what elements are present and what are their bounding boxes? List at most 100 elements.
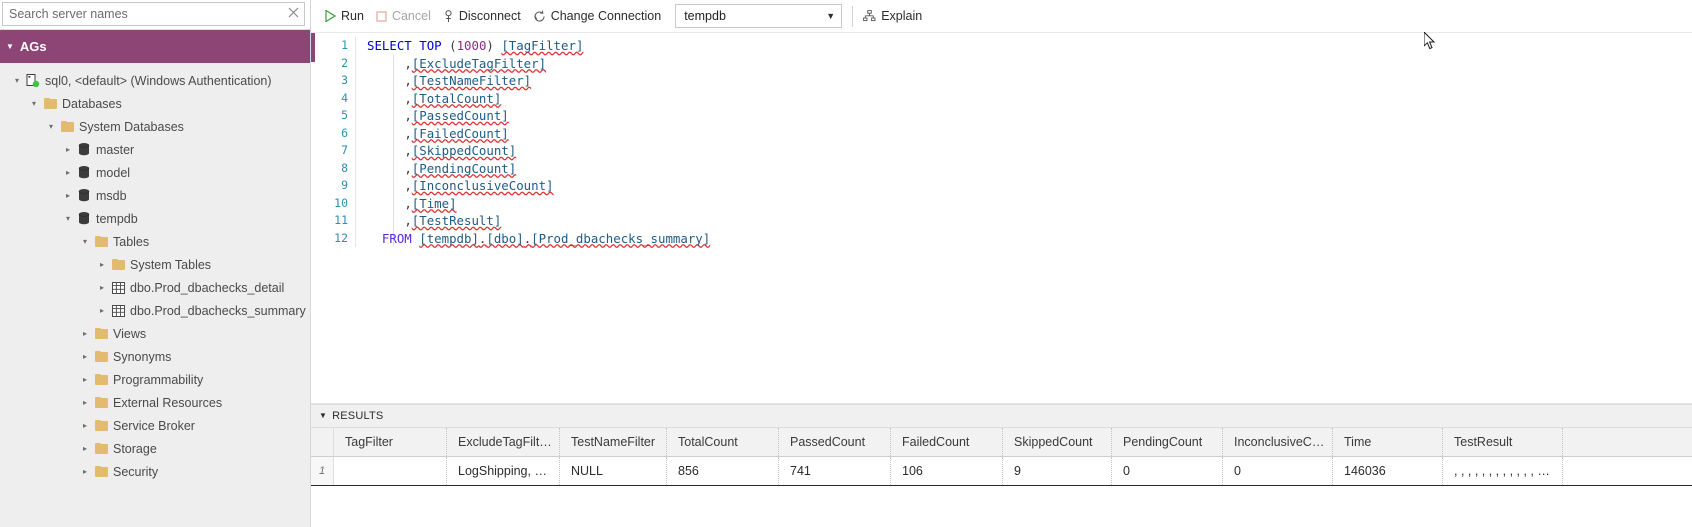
table-cell[interactable]: 856 — [667, 457, 779, 485]
token-schema: [dbo] — [486, 230, 524, 246]
table-row[interactable]: 1 LogShipping, … NULL 856 741 106 9 0 0 146036, ,… — [311, 457, 1692, 486]
column-header[interactable]: TagFilter — [334, 428, 447, 456]
folder-icon — [92, 236, 110, 247]
column-header[interactable]: TotalCount — [667, 428, 779, 456]
chevron-right-icon[interactable] — [95, 307, 109, 315]
tree-item-synonyms[interactable]: Synonyms — [0, 345, 310, 368]
tree-item-databases[interactable]: Databases — [0, 92, 310, 115]
folder-icon — [109, 259, 127, 270]
chevron-down-icon[interactable] — [78, 238, 92, 246]
table-cell[interactable]: 0 — [1223, 457, 1333, 485]
chevron-right-icon[interactable] — [78, 445, 92, 453]
chevron-right-icon[interactable] — [61, 192, 75, 200]
results-grid-header-row: TagFilter ExcludeTagFilt… TestNameFilter To… — [311, 428, 1692, 457]
ags-group-label: AGs — [19, 39, 47, 54]
search-input[interactable] — [3, 4, 290, 24]
tree-item-service-broker[interactable]: Service Broker — [0, 414, 310, 437]
tree-item-dbo-prod-dbachecks-summary[interactable]: dbo.Prod_dbachecks_summary — [0, 299, 310, 322]
chevron-down-icon[interactable] — [61, 215, 75, 223]
line-number: 5 — [341, 108, 348, 122]
tree-item-model[interactable]: model — [0, 161, 310, 184]
results-header[interactable]: ▼ RESULTS — [311, 404, 1692, 428]
column-header[interactable]: PassedCount — [779, 428, 891, 456]
chevron-right-icon[interactable] — [78, 399, 92, 407]
chevron-right-icon[interactable] — [95, 261, 109, 269]
object-explorer-tree: sql0, <default> (Windows Authentication)… — [0, 63, 310, 527]
column-header[interactable]: ExcludeTagFilt… — [447, 428, 560, 456]
chevron-right-icon[interactable] — [78, 353, 92, 361]
tree-item-storage[interactable]: Storage — [0, 437, 310, 460]
row-number: 1 — [311, 457, 334, 485]
code-text: ,[TestResult] — [356, 212, 501, 230]
tree-item-system-databases[interactable]: System Databases — [0, 115, 310, 138]
token-select: SELECT — [367, 38, 412, 53]
tree-item-tables[interactable]: Tables — [0, 230, 310, 253]
chevron-right-icon[interactable] — [78, 376, 92, 384]
table-cell[interactable]: 9 — [1003, 457, 1112, 485]
sql-text-editor[interactable]: 1 SELECT TOP (1000) [TagFilter] 2 ,[Excl… — [311, 33, 1692, 404]
chevron-right-icon[interactable] — [61, 146, 75, 154]
column-header[interactable]: FailedCount — [891, 428, 1003, 456]
tree-item-programmability[interactable]: Programmability — [0, 368, 310, 391]
table-cell[interactable]: NULL — [560, 457, 667, 485]
column-header[interactable]: Time — [1333, 428, 1443, 456]
database-icon — [75, 189, 93, 202]
table-cell[interactable]: LogShipping, … — [447, 457, 560, 485]
explain-button[interactable]: Explain — [863, 4, 922, 28]
cancel-button[interactable]: Cancel — [376, 4, 431, 28]
token-col-testnamefilter: [TestNameFilter] — [411, 73, 532, 88]
chevron-down-icon[interactable] — [10, 77, 24, 85]
table-cell[interactable]: 146036 — [1333, 457, 1443, 485]
chevron-right-icon[interactable] — [78, 330, 92, 338]
row-number-header — [311, 428, 334, 456]
chevron-right-icon[interactable] — [95, 284, 109, 292]
tree-item-msdb[interactable]: msdb — [0, 184, 310, 207]
results-grid[interactable]: TagFilter ExcludeTagFilt… TestNameFilter To… — [311, 428, 1692, 527]
tree-item-system-tables[interactable]: System Tables — [0, 253, 310, 276]
tree-item-sql0-default-windows-authentication[interactable]: sql0, <default> (Windows Authentication) — [0, 69, 310, 92]
token-comma: , — [404, 143, 412, 158]
chevron-down-icon[interactable] — [44, 123, 58, 131]
column-header[interactable]: TestNameFilter — [560, 428, 667, 456]
chevron-down-icon[interactable] — [27, 100, 41, 108]
ags-group-header[interactable]: ▼ AGs — [0, 30, 310, 63]
column-header[interactable]: TestResult — [1443, 428, 1563, 456]
database-dropdown[interactable]: tempdb ▼ — [675, 4, 843, 28]
token-col-passedcount: [PassedCount] — [411, 108, 509, 123]
disconnect-button[interactable]: Disconnect — [443, 4, 521, 28]
tree-item-label: Storage — [113, 441, 157, 456]
run-button[interactable]: Run — [325, 4, 364, 28]
chevron-right-icon[interactable] — [61, 169, 75, 177]
chevron-right-icon[interactable] — [78, 468, 92, 476]
token-from: FROM — [381, 230, 412, 246]
token-comma: , — [404, 55, 412, 71]
table-cell[interactable]: 741 — [779, 457, 891, 485]
column-header[interactable]: PendingCount — [1112, 428, 1223, 456]
table-cell[interactable]: 106 — [891, 457, 1003, 485]
stop-square-icon — [376, 10, 387, 22]
tree-item-external-resources[interactable]: External Resources — [0, 391, 310, 414]
column-header[interactable]: InconclusiveC… — [1223, 428, 1333, 456]
line-number: 8 — [341, 160, 348, 175]
tree-item-dbo-prod-dbachecks-detail[interactable]: dbo.Prod_dbachecks_detail — [0, 276, 310, 299]
tree-item-views[interactable]: Views — [0, 322, 310, 345]
table-cell[interactable]: , , , , , , , , , , , , … — [1443, 457, 1563, 485]
tree-item-tempdb[interactable]: tempdb — [0, 207, 310, 230]
tree-item-master[interactable]: master — [0, 138, 310, 161]
line-number: 10 — [334, 195, 348, 210]
chevron-right-icon[interactable] — [78, 422, 92, 430]
code-text: ,[ExcludeTagFilter] — [356, 55, 546, 73]
tree-item-label: System Tables — [130, 257, 212, 272]
table-cell[interactable] — [334, 457, 447, 485]
change-connection-button[interactable]: Change Connection — [533, 4, 661, 28]
folder-icon — [92, 420, 110, 431]
table-cell[interactable]: 0 — [1112, 457, 1223, 485]
token-col-excludetagfilter: [ExcludeTagFilter] — [411, 55, 547, 71]
token-comma: , — [404, 125, 412, 141]
search-box[interactable] — [2, 2, 305, 26]
token-comma: , — [404, 73, 412, 88]
tree-item-label: dbo.Prod_dbachecks_detail — [130, 280, 285, 295]
column-header[interactable]: SkippedCount — [1003, 428, 1112, 456]
tree-item-security[interactable]: Security — [0, 460, 310, 483]
close-icon[interactable] — [286, 7, 300, 21]
